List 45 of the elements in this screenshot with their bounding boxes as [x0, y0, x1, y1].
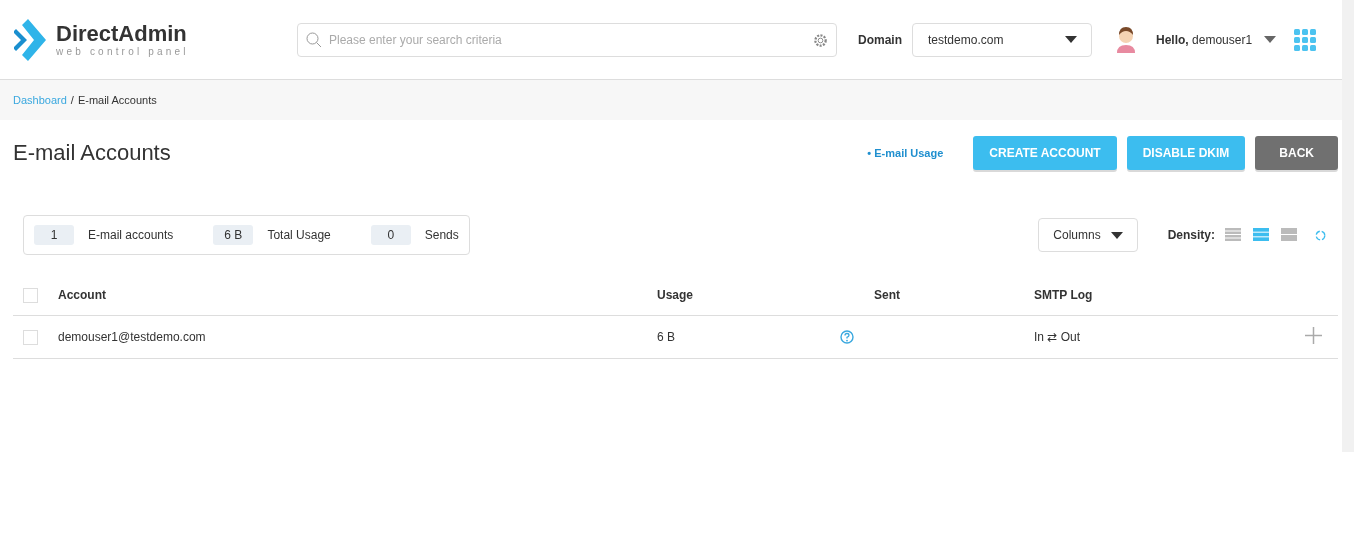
density-option[interactable] [1225, 228, 1241, 242]
caret-icon [1110, 231, 1123, 239]
stat-value: 6 B [213, 225, 254, 245]
stat-label: Sends [424, 228, 459, 242]
table-cell: demouser1@testdemo.com [58, 330, 206, 344]
search-icon [306, 31, 322, 48]
column-header: SMTP Log [1034, 288, 1093, 302]
email-usage-link[interactable]: • E-mail Usage [867, 147, 944, 159]
help-icon[interactable] [840, 330, 854, 344]
domain-label: Domain [858, 32, 902, 47]
density-option[interactable] [1281, 228, 1297, 242]
stat-value: 1 [34, 225, 74, 245]
density-option[interactable] [1253, 228, 1269, 242]
columns-button[interactable]: Columns [1038, 218, 1138, 252]
column-header: Account [58, 288, 106, 302]
stat-value: 0 [370, 225, 411, 245]
density-label: Density: [1167, 228, 1215, 242]
logo-tagline: web control panel [56, 45, 189, 58]
expand-plus-icon[interactable] [1305, 327, 1322, 344]
action-button[interactable]: BACK [1255, 136, 1338, 170]
table-cell: In ⇄ Out [1034, 330, 1081, 344]
checkbox[interactable] [23, 287, 38, 303]
caret-icon [1065, 36, 1077, 43]
caret-icon [1264, 36, 1277, 43]
column-header: Sent [874, 288, 900, 302]
apps-grid-icon[interactable] [1294, 28, 1317, 51]
settings-icon[interactable] [813, 32, 828, 48]
search-field[interactable]: Please enter your search criteria [297, 22, 837, 57]
page-title: E-mail Accounts [13, 140, 172, 166]
domain-select[interactable]: testdemo.com [912, 22, 1092, 57]
user-menu[interactable]: Hello, demouser1 [1156, 32, 1277, 47]
density-icon [1253, 228, 1269, 242]
stat-label: Total Usage [267, 228, 331, 242]
table-cell: 6 B [657, 330, 675, 344]
density-icon [1281, 228, 1297, 242]
column-header: Usage [657, 288, 694, 302]
stat-label: E-mail accounts [88, 228, 174, 242]
breadcrumb-separator: / [70, 94, 74, 106]
breadcrumb-link[interactable]: Dashboard [13, 94, 67, 106]
density-icon [1225, 228, 1241, 242]
logo-name: DirectAdmin [56, 21, 188, 46]
checkbox[interactable] [23, 329, 38, 345]
avatar-icon[interactable] [1114, 26, 1138, 53]
refresh-icon[interactable] [1315, 229, 1326, 241]
breadcrumb-current: E-mail Accounts [77, 94, 157, 106]
